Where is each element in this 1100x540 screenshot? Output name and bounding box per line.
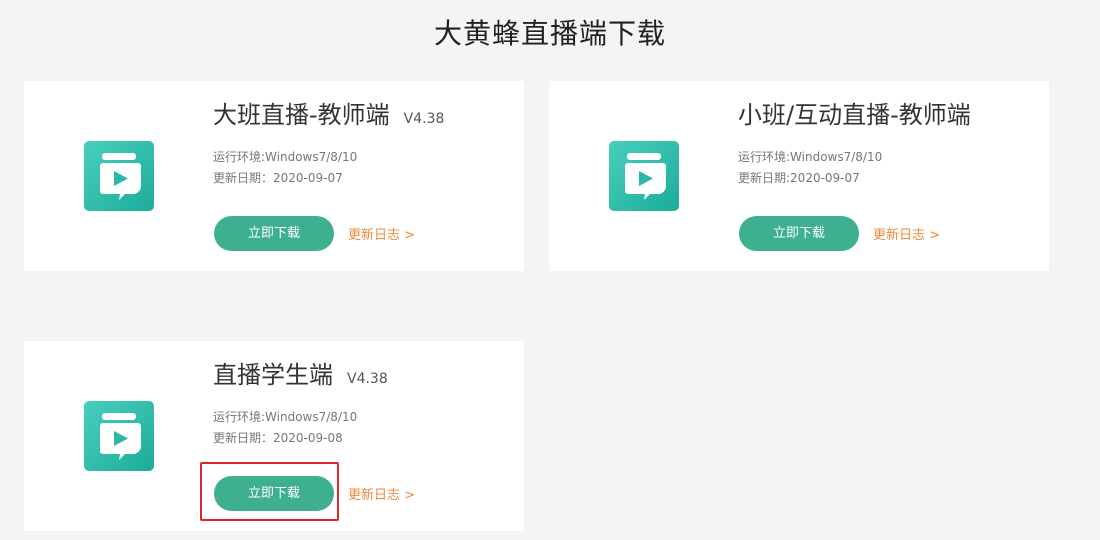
update-date: 更新日期：2020-09-08 bbox=[213, 431, 343, 445]
product-name: 直播学生端 bbox=[213, 361, 333, 389]
product-card-big-class-teacher: 大班直播-教师端 V4.38 运行环境:Windows7/8/10 更新日期：2… bbox=[24, 81, 524, 271]
download-button[interactable]: 立即下载 bbox=[214, 216, 334, 251]
download-button[interactable]: 立即下载 bbox=[739, 216, 859, 251]
update-date: 更新日期:2020-09-07 bbox=[738, 171, 860, 185]
product-version: V4.38 bbox=[403, 111, 445, 127]
product-card-small-class-teacher: 小班/互动直播-教师端 运行环境:Windows7/8/10 更新日期:2020… bbox=[549, 81, 1049, 271]
app-play-book-icon bbox=[84, 141, 154, 211]
product-version: V4.38 bbox=[347, 371, 388, 387]
app-play-book-icon bbox=[84, 401, 154, 471]
update-date: 更新日期：2020-09-07 bbox=[213, 171, 343, 185]
changelog-link[interactable]: 更新日志 > bbox=[348, 484, 415, 503]
product-card-student: 直播学生端 V4.38 运行环境:Windows7/8/10 更新日期：2020… bbox=[24, 341, 524, 531]
runtime-environment: 运行环境:Windows7/8/10 bbox=[738, 150, 883, 164]
product-name: 小班/互动直播-教师端 bbox=[738, 101, 971, 129]
download-button[interactable]: 立即下载 bbox=[214, 476, 334, 511]
changelog-link[interactable]: 更新日志 > bbox=[873, 224, 940, 243]
changelog-link[interactable]: 更新日志 > bbox=[348, 224, 415, 243]
app-play-book-icon bbox=[609, 141, 679, 211]
runtime-environment: 运行环境:Windows7/8/10 bbox=[213, 150, 358, 164]
product-name: 大班直播-教师端 bbox=[213, 101, 390, 129]
runtime-environment: 运行环境:Windows7/8/10 bbox=[213, 410, 358, 424]
page-title: 大黄蜂直播端下载 bbox=[433, 17, 666, 50]
